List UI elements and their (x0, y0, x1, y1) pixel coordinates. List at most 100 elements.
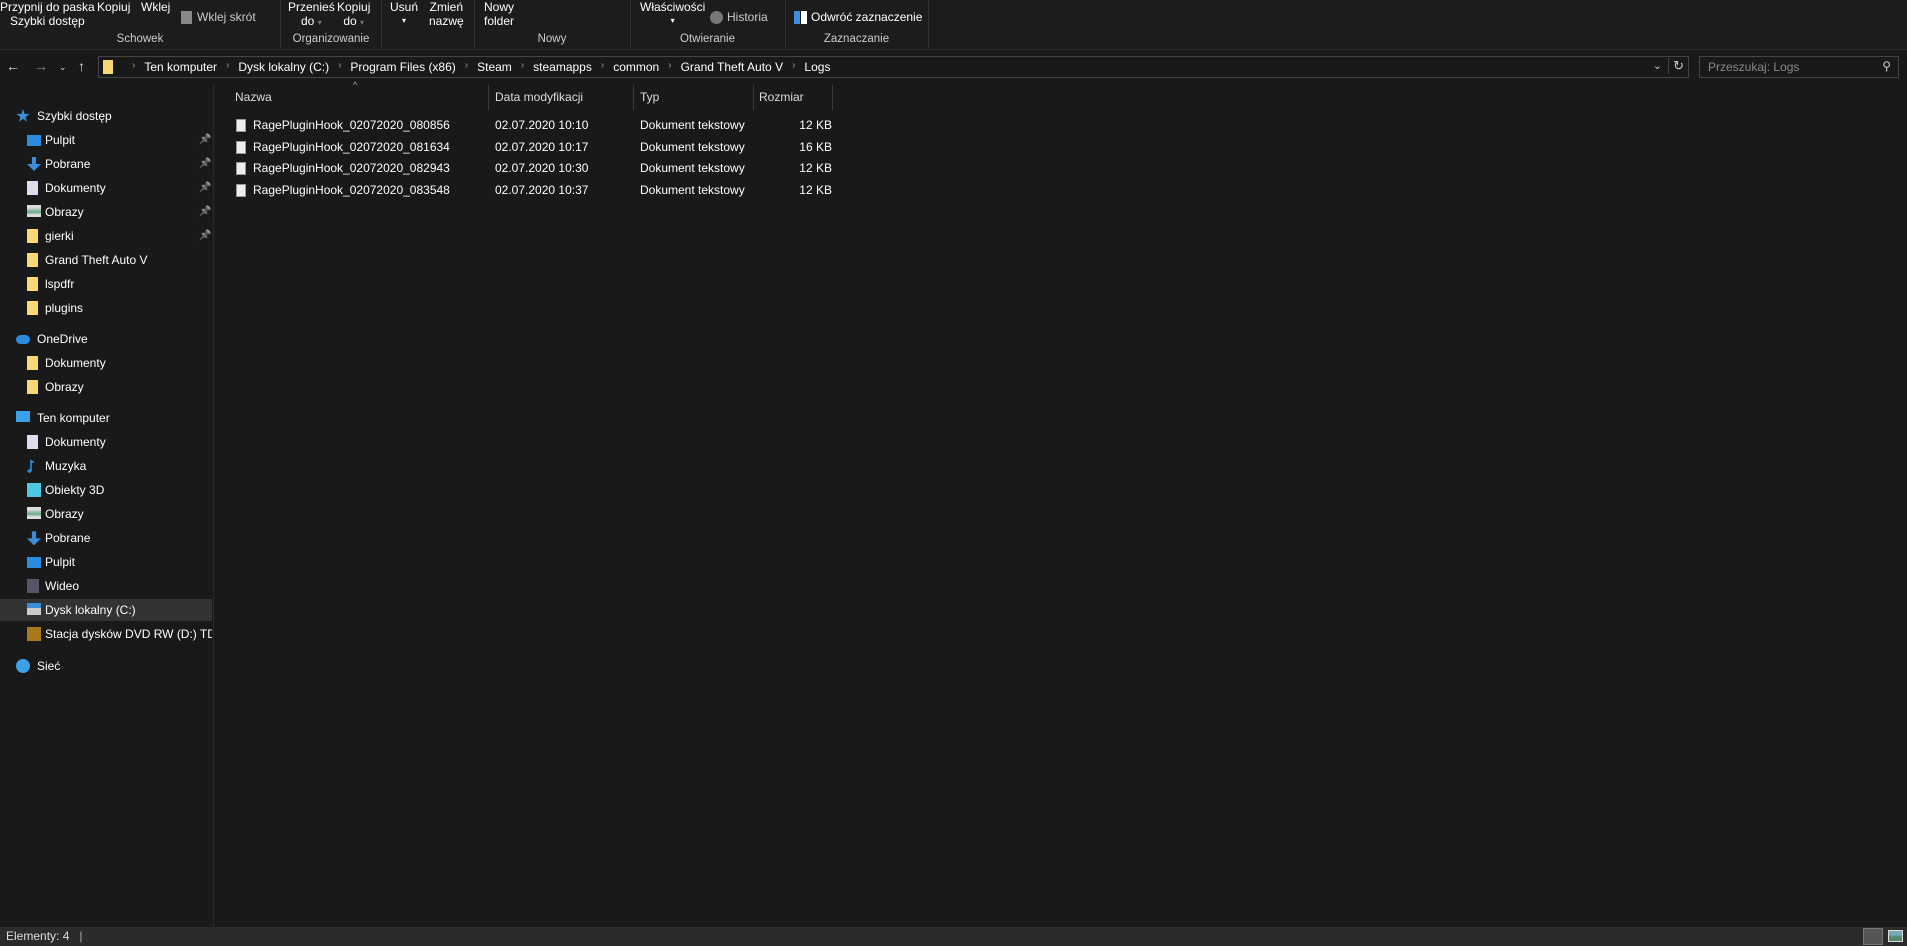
breadcrumb-item[interactable]: Dysk lokalny (C:) (238, 60, 329, 74)
folder-icon (27, 229, 38, 243)
group-new-label: Nowy (537, 33, 567, 45)
address-bar[interactable]: › Ten komputer › Dysk lokalny (C:) › Program … (98, 56, 1689, 78)
sidebar-item[interactable]: OneDrive (0, 328, 212, 350)
text-file-icon (236, 162, 246, 175)
sidebar-item-label: Pulpit (45, 133, 76, 147)
paste-button[interactable]: Wklej (141, 0, 170, 14)
delete-button[interactable]: Usuń ▾ (390, 0, 418, 28)
table-row[interactable]: RagePluginHook_02072020_080856 02.07.2020… (232, 115, 1048, 136)
file-name: RagePluginHook_02072020_082943 (253, 161, 450, 175)
search-input[interactable]: Przeszukaj: Logs ⚲ (1699, 56, 1899, 78)
pin-icon[interactable]: 📌 (199, 225, 211, 247)
chevron-right-icon: › (600, 60, 605, 71)
sidebar-item[interactable]: gierki 📌 (0, 225, 212, 247)
rename-label-2: nazwę (429, 14, 464, 28)
column-header-type[interactable]: Typ (640, 85, 659, 110)
column-header-name[interactable]: Nazwa (235, 85, 272, 110)
sidebar-item[interactable]: Obiekty 3D (0, 479, 212, 501)
recent-dropdown-icon[interactable]: ⌄ (59, 62, 67, 73)
file-size: 12 KB (799, 182, 832, 197)
sidebar-item[interactable]: Pobrane 📌 (0, 153, 212, 175)
sidebar-item[interactable]: Obrazy 📌 (0, 201, 212, 223)
pin-icon[interactable]: 📌 (199, 153, 211, 175)
sidebar-item[interactable]: Pobrane (0, 527, 212, 549)
pin-icon[interactable]: 📌 (199, 129, 211, 151)
dvd-icon (27, 627, 41, 642)
table-row[interactable]: RagePluginHook_02072020_083548 02.07.2020… (232, 180, 1048, 201)
breadcrumb-item[interactable]: common (613, 60, 659, 74)
sidebar-item[interactable]: Obrazy (0, 376, 212, 398)
chevron-right-icon: › (792, 60, 796, 71)
history-icon (710, 11, 723, 25)
sidebar-item[interactable]: plugins (0, 297, 212, 319)
up-button[interactable]: ↑ (78, 58, 85, 74)
sidebar-item[interactable]: Dokumenty 📌 (0, 177, 212, 199)
desktop-icon (27, 135, 41, 146)
forward-button[interactable]: → (34, 58, 48, 74)
file-date: 02.07.2020 10:30 (495, 161, 589, 175)
refresh-icon[interactable]: ↻ (1668, 58, 1684, 74)
sidebar-item-label: Muzyka (45, 459, 87, 474)
sidebar-item[interactable]: Sieć (0, 655, 212, 677)
move-to-button[interactable]: Przenieś do ▾ (288, 0, 335, 30)
chevron-right-icon: › (464, 60, 469, 71)
sidebar-item-label: Wideo (45, 579, 80, 594)
breadcrumb-item[interactable]: Steam (477, 60, 512, 74)
sidebar-item[interactable]: Grand Theft Auto V (0, 249, 212, 271)
pin-icon[interactable]: 📌 (199, 201, 211, 223)
back-button[interactable]: ← (6, 58, 20, 74)
breadcrumb-item[interactable]: Program Files (x86) (350, 60, 455, 74)
breadcrumb-item[interactable]: Grand Theft Auto V (681, 60, 784, 74)
breadcrumb-item[interactable]: steamapps (533, 60, 592, 74)
column-header-size[interactable]: Rozmiar (759, 85, 804, 110)
network-icon (16, 658, 30, 673)
invert-selection-button[interactable]: Odwróć zaznaczenie (794, 10, 923, 25)
sidebar-item[interactable]: Muzyka (0, 455, 212, 477)
sidebar-item-label: Sieć (37, 658, 61, 673)
search-placeholder: Przeszukaj: Logs (1708, 60, 1800, 74)
sidebar-item[interactable]: Dysk lokalny (C:) (0, 599, 212, 622)
move-label-2: do (300, 14, 315, 28)
pin-icon[interactable]: 📌 (199, 177, 211, 199)
sidebar-item-label: Dysk lokalny (C:) (45, 603, 136, 618)
sidebar-item[interactable]: Pulpit 📌 (0, 129, 212, 151)
file-type: Dokument tekstowy (640, 118, 745, 132)
sidebar-item[interactable]: Pulpit (0, 551, 212, 573)
rename-button[interactable]: Zmień nazwę (429, 0, 464, 28)
sidebar-item[interactable]: Dokumenty (0, 431, 212, 453)
file-size: 12 KB (799, 161, 832, 175)
invert-label: Odwróć zaznaczenie (811, 10, 923, 24)
large-icons-view-button[interactable] (1888, 930, 1903, 942)
details-view-button[interactable] (1863, 928, 1883, 945)
sidebar-item[interactable]: Obrazy (0, 503, 212, 525)
newfolder-label-2: folder (484, 14, 515, 28)
properties-button[interactable]: Właściwości ▾ (640, 0, 705, 28)
copy-to-button[interactable]: Kopiuj do ▾ (337, 0, 370, 30)
sidebar-item[interactable]: Wideo (0, 575, 212, 597)
breadcrumb: › Ten komputer › Dysk lokalny (C:) › Program … (123, 60, 830, 74)
new-folder-button[interactable]: Nowy folder (484, 0, 514, 28)
table-row[interactable]: RagePluginHook_02072020_081634 02.07.2020… (232, 137, 1048, 158)
pin-label-2: Szybki dostęp (10, 14, 85, 28)
paste-shortcut-button[interactable]: Wklej skrót (181, 10, 256, 25)
sidebar-item-label: gierki (45, 229, 74, 243)
history-button[interactable]: Historia (710, 10, 768, 25)
sidebar-item[interactable]: Dokumenty (0, 352, 212, 374)
breadcrumb-item[interactable]: Ten komputer (144, 60, 217, 74)
column-header-date[interactable]: Data modyfikacji (495, 85, 583, 110)
sidebar-item-label: Pobrane (45, 157, 91, 171)
breadcrumb-item[interactable]: Logs (804, 60, 830, 74)
sidebar-item[interactable]: Ten komputer (0, 407, 212, 429)
copy-button[interactable]: Kopiuj (97, 0, 130, 14)
pin-quick-access-button[interactable]: Przypnij do paska Szybki dostęp (0, 0, 95, 28)
item-count: Elementy: 4 (6, 929, 70, 943)
address-dropdown-icon[interactable]: ⌄ (1653, 59, 1662, 72)
sidebar-item[interactable]: Szybki dostęp (0, 105, 212, 127)
sidebar-item[interactable]: lspdfr (0, 273, 212, 295)
sidebar-item[interactable]: Stacja dysków DVD RW (D:) TDU (0, 623, 212, 645)
file-date: 02.07.2020 10:37 (495, 182, 589, 197)
table-row[interactable]: RagePluginHook_02072020_082943 02.07.2020… (232, 158, 1048, 179)
sidebar-item-label: plugins (45, 301, 84, 315)
rename-label: Zmień (429, 0, 464, 14)
sidebar-item-label: lspdfr (45, 277, 75, 291)
